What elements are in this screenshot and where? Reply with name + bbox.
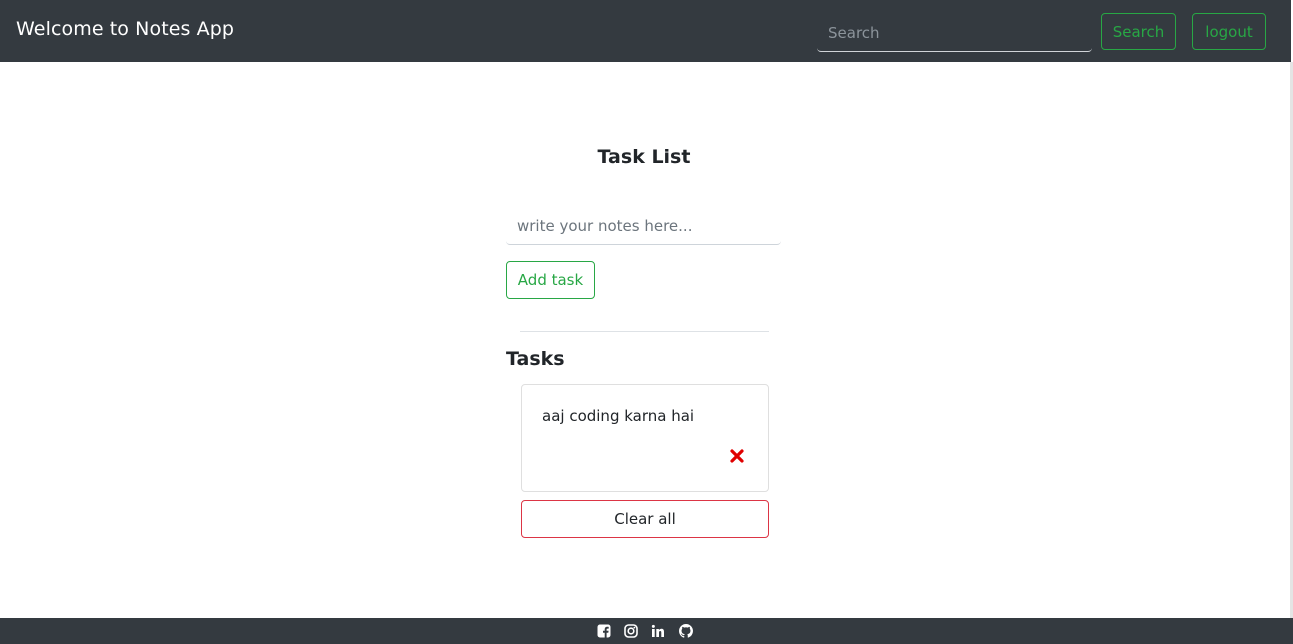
page-title: Task List <box>597 146 691 168</box>
search-button[interactable]: Search <box>1101 13 1176 50</box>
task-card: aaj coding karna hai <box>521 384 769 492</box>
facebook-icon[interactable] <box>597 624 611 638</box>
app-title[interactable]: Welcome to Notes App <box>16 18 234 40</box>
logout-button[interactable]: logout <box>1192 13 1266 50</box>
add-task-button[interactable]: Add task <box>506 261 595 299</box>
instagram-icon[interactable] <box>624 624 638 638</box>
task-text: aaj coding karna hai <box>542 407 695 425</box>
note-input[interactable] <box>506 207 781 245</box>
top-navbar: Welcome to Notes App Search logout <box>0 0 1291 62</box>
github-icon[interactable] <box>679 624 693 638</box>
search-input[interactable] <box>817 14 1092 52</box>
linkedin-icon[interactable] <box>651 624 665 638</box>
close-icon[interactable] <box>730 449 744 463</box>
footer <box>0 618 1293 644</box>
tasks-heading: Tasks <box>506 348 565 370</box>
clear-all-button[interactable]: Clear all <box>521 500 769 538</box>
divider <box>520 331 769 332</box>
